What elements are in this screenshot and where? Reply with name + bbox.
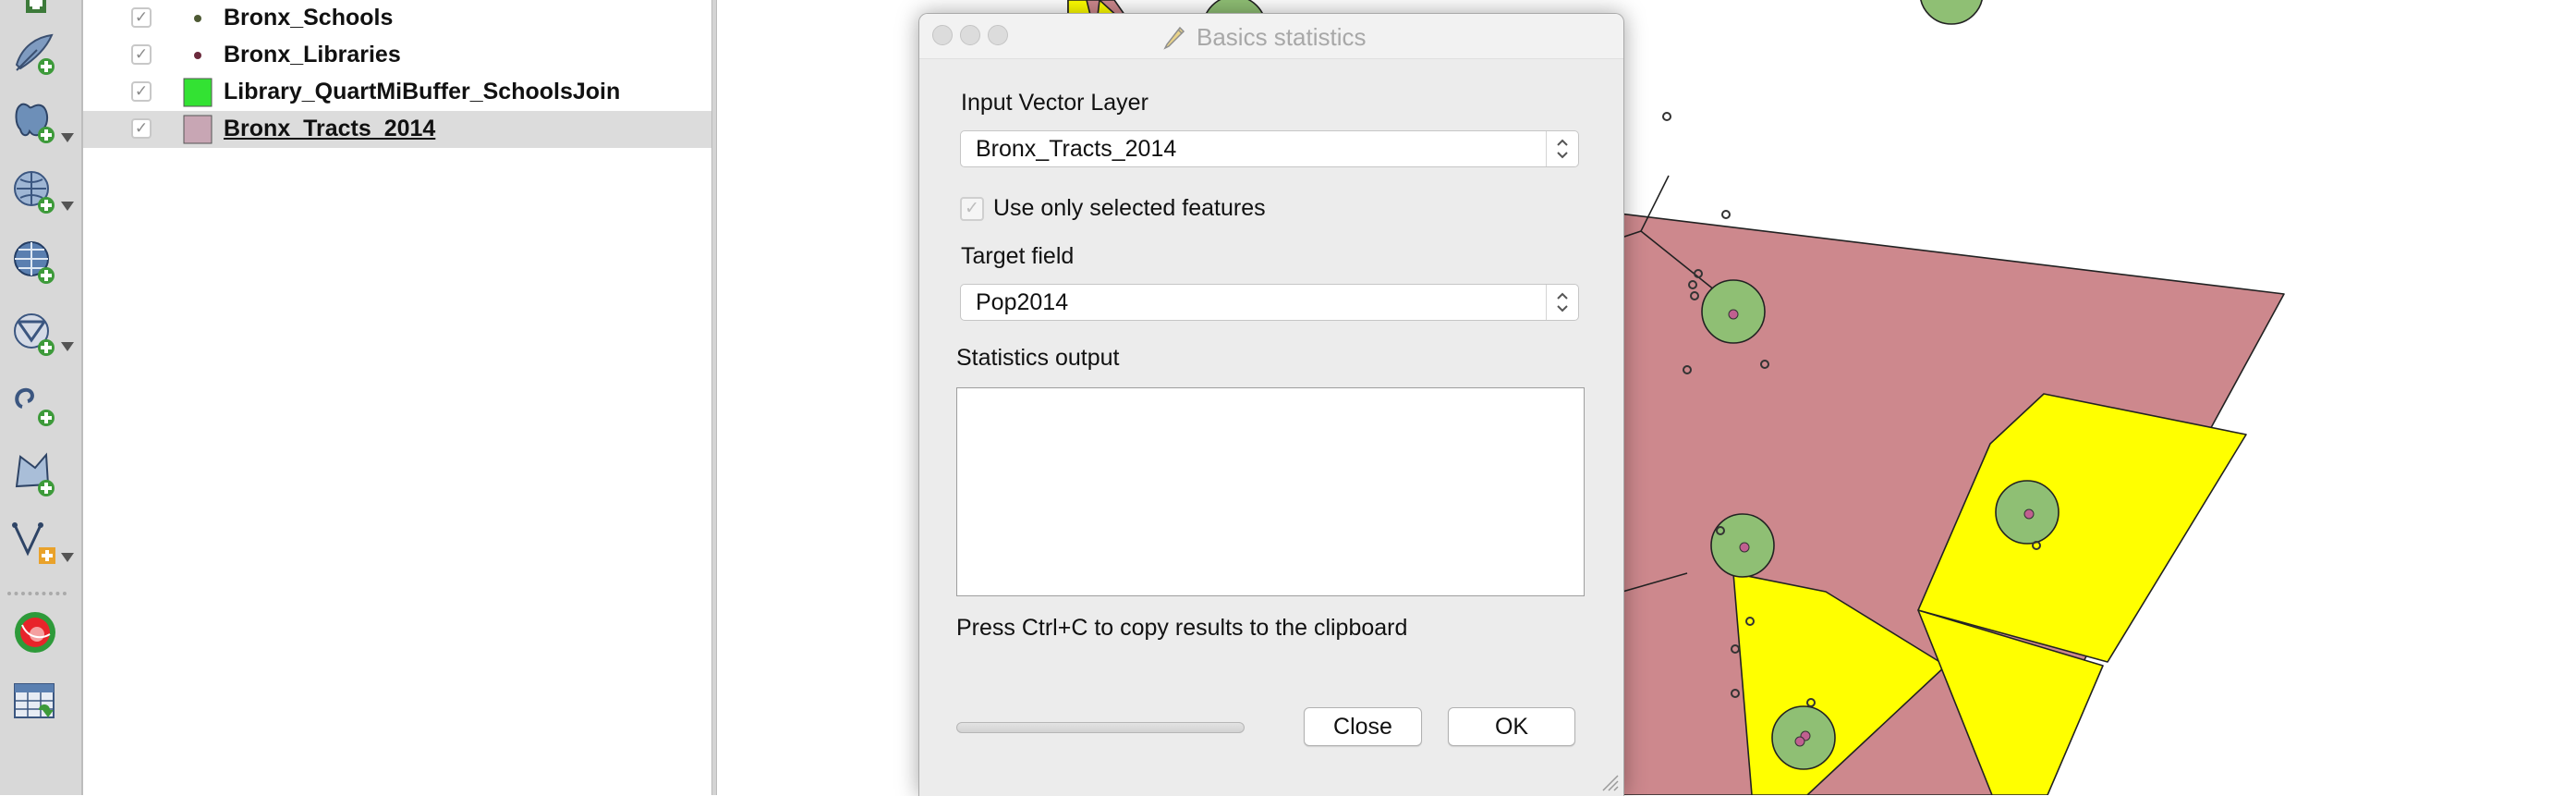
- zoom-window-button[interactable]: [988, 25, 1008, 45]
- add-wcs-layer-icon[interactable]: [9, 237, 61, 288]
- library-buffer: [1920, 0, 1983, 25]
- target-field-label: Target field: [961, 243, 1075, 269]
- layer-name: Library_QuartMiBuffer_SchoolsJoin: [224, 79, 621, 104]
- layer-row-bronx-libraries[interactable]: ✓ Bronx_Libraries: [83, 37, 711, 74]
- school-point: [1721, 210, 1731, 219]
- chevron-down-icon[interactable]: [61, 342, 74, 351]
- input-layer-combobox[interactable]: Bronx_Tracts_2014: [960, 130, 1579, 167]
- minimize-window-button[interactable]: [960, 25, 980, 45]
- left-toolbar: [0, 0, 83, 795]
- layer-row-library-buffer-join[interactable]: ✓ Library_QuartMiBuffer_SchoolsJoin: [83, 74, 711, 111]
- library-point: [2023, 508, 2035, 520]
- progress-bar: [956, 722, 1245, 733]
- point-symbol-icon: [194, 52, 201, 59]
- input-layer-label: Input Vector Layer: [961, 90, 1148, 116]
- fill-symbol-icon: [183, 115, 213, 144]
- layer-name: Bronx_Schools: [224, 5, 394, 31]
- layer-visibility-checkbox[interactable]: ✓: [131, 44, 152, 65]
- chevron-down-icon[interactable]: [61, 553, 74, 562]
- fill-symbol-icon: [183, 78, 213, 107]
- chevron-down-icon[interactable]: [61, 133, 74, 142]
- new-shapefile-layer-icon[interactable]: [9, 449, 61, 501]
- heatmap-plugin-icon[interactable]: [9, 606, 61, 658]
- add-spatialite-layer-icon[interactable]: [9, 28, 61, 80]
- layer-visibility-checkbox[interactable]: ✓: [131, 81, 152, 102]
- use-selected-features-label: Use only selected features: [993, 195, 1266, 221]
- close-button[interactable]: Close: [1304, 707, 1422, 746]
- point-symbol-icon: [194, 15, 201, 22]
- basic-statistics-dialog: Basics statistics Input Vector Layer Bro…: [918, 13, 1624, 796]
- input-layer-value: Bronx_Tracts_2014: [976, 136, 1177, 162]
- layer-visibility-checkbox[interactable]: ✓: [131, 7, 152, 28]
- layer-row-bronx-tracts[interactable]: ✓ Bronx_Tracts_2014: [83, 111, 711, 148]
- table-manager-icon[interactable]: [9, 677, 61, 729]
- layer-name: Bronx_Libraries: [224, 42, 401, 67]
- close-window-button[interactable]: [932, 25, 953, 45]
- layer-name: Bronx_Tracts_2014: [224, 116, 436, 141]
- school-point: [1662, 112, 1671, 121]
- edit-pencil-icon: [1163, 26, 1185, 50]
- use-selected-features-checkbox[interactable]: ✓: [960, 197, 984, 221]
- statistics-output-textarea[interactable]: [956, 387, 1585, 596]
- add-wfs-layer-icon[interactable]: [9, 309, 61, 361]
- new-spatialite-layer-icon[interactable]: [9, 518, 61, 569]
- library-point: [1739, 542, 1750, 553]
- layer-visibility-checkbox[interactable]: ✓: [131, 118, 152, 139]
- statistics-output-label: Statistics output: [956, 345, 1120, 371]
- add-layer-icon[interactable]: [9, 0, 61, 31]
- updown-chevron-icon: [1546, 285, 1578, 320]
- add-delimited-text-layer-icon[interactable]: [9, 379, 61, 431]
- resize-grip-icon[interactable]: [1599, 772, 1620, 792]
- copy-hint-text: Press Ctrl+C to copy results to the clip…: [956, 615, 1408, 641]
- chevron-down-icon[interactable]: [61, 202, 74, 211]
- library-point: [1728, 309, 1739, 320]
- dialog-titlebar[interactable]: Basics statistics: [919, 14, 1623, 59]
- layers-panel: ✓ Bronx_Schools ✓ Bronx_Libraries ✓ Libr…: [83, 0, 711, 795]
- target-field-value: Pop2014: [976, 289, 1069, 315]
- dialog-title: Basics statistics: [1197, 23, 1367, 51]
- target-field-combobox[interactable]: Pop2014: [960, 284, 1579, 321]
- toolbar-separator: [7, 592, 67, 595]
- ok-button[interactable]: OK: [1448, 707, 1575, 746]
- add-wms-layer-icon[interactable]: [9, 166, 61, 218]
- library-point: [1794, 736, 1805, 747]
- add-postgis-layer-icon[interactable]: [9, 96, 61, 148]
- updown-chevron-icon: [1546, 131, 1578, 166]
- layer-row-bronx-schools[interactable]: ✓ Bronx_Schools: [83, 0, 711, 37]
